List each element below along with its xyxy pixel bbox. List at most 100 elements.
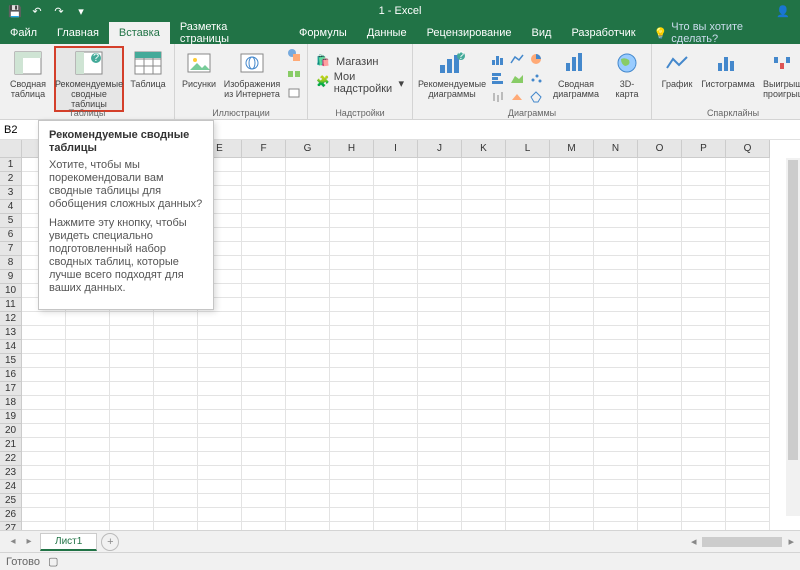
stock-chart-button[interactable] <box>489 88 507 106</box>
cell[interactable] <box>330 368 374 382</box>
cell[interactable] <box>330 494 374 508</box>
cell[interactable] <box>286 186 330 200</box>
cell[interactable] <box>22 382 66 396</box>
cell[interactable] <box>418 522 462 530</box>
cell[interactable] <box>66 382 110 396</box>
row-header[interactable]: 6 <box>0 228 22 242</box>
cell[interactable] <box>462 186 506 200</box>
cell[interactable] <box>594 438 638 452</box>
cell[interactable] <box>110 466 154 480</box>
cell[interactable] <box>550 228 594 242</box>
tab-insert[interactable]: Вставка <box>109 22 170 44</box>
column-header[interactable]: G <box>286 140 330 158</box>
cell[interactable] <box>594 480 638 494</box>
cell[interactable] <box>418 256 462 270</box>
cell[interactable] <box>110 522 154 530</box>
cell[interactable] <box>110 326 154 340</box>
cell[interactable] <box>22 424 66 438</box>
cell[interactable] <box>506 508 550 522</box>
undo-icon[interactable]: ↶ <box>30 4 44 18</box>
tab-developer[interactable]: Разработчик <box>561 22 645 44</box>
cell[interactable] <box>286 256 330 270</box>
cell[interactable] <box>374 424 418 438</box>
cell[interactable] <box>374 298 418 312</box>
cell[interactable] <box>154 354 198 368</box>
cell[interactable] <box>198 382 242 396</box>
cell[interactable] <box>506 494 550 508</box>
row-header[interactable]: 24 <box>0 480 22 494</box>
recommended-charts-button[interactable]: ? Рекомендуемые диаграммы <box>417 46 487 102</box>
cell[interactable] <box>154 452 198 466</box>
cell[interactable] <box>726 396 770 410</box>
cell[interactable] <box>330 340 374 354</box>
row-header[interactable]: 16 <box>0 368 22 382</box>
row-header[interactable]: 7 <box>0 242 22 256</box>
cell[interactable] <box>198 410 242 424</box>
cell[interactable] <box>594 298 638 312</box>
cell[interactable] <box>462 298 506 312</box>
cell[interactable] <box>374 186 418 200</box>
cell[interactable] <box>462 410 506 424</box>
cell[interactable] <box>198 396 242 410</box>
cell[interactable] <box>726 452 770 466</box>
cell[interactable] <box>374 340 418 354</box>
cell[interactable] <box>638 368 682 382</box>
cell[interactable] <box>198 494 242 508</box>
cell[interactable] <box>110 382 154 396</box>
cell[interactable] <box>330 424 374 438</box>
cell[interactable] <box>418 284 462 298</box>
cell[interactable] <box>286 172 330 186</box>
cell[interactable] <box>242 214 286 228</box>
cell[interactable] <box>682 382 726 396</box>
vertical-scroll-thumb[interactable] <box>788 160 798 460</box>
cell[interactable] <box>726 326 770 340</box>
sheet-nav[interactable]: ◂ ▸ <box>6 536 36 547</box>
row-header[interactable]: 18 <box>0 396 22 410</box>
cell[interactable] <box>594 228 638 242</box>
cell[interactable] <box>286 480 330 494</box>
cell[interactable] <box>550 200 594 214</box>
cell[interactable] <box>726 494 770 508</box>
save-icon[interactable]: 💾 <box>8 4 22 18</box>
cell[interactable] <box>506 340 550 354</box>
cell[interactable] <box>330 158 374 172</box>
cell[interactable] <box>506 424 550 438</box>
column-header[interactable]: P <box>682 140 726 158</box>
cell[interactable] <box>66 326 110 340</box>
scatter-chart-button[interactable] <box>527 69 545 87</box>
cell[interactable] <box>22 340 66 354</box>
customize-qat-icon[interactable]: ▾ <box>74 4 88 18</box>
cell[interactable] <box>682 480 726 494</box>
cell[interactable] <box>550 284 594 298</box>
row-header[interactable]: 8 <box>0 256 22 270</box>
cell[interactable] <box>374 396 418 410</box>
cell[interactable] <box>154 326 198 340</box>
cell[interactable] <box>418 480 462 494</box>
cell[interactable] <box>198 466 242 480</box>
cell[interactable] <box>330 214 374 228</box>
cell[interactable] <box>66 354 110 368</box>
tab-formulas[interactable]: Формулы <box>289 22 357 44</box>
cell[interactable] <box>726 186 770 200</box>
cell[interactable] <box>594 368 638 382</box>
cell[interactable] <box>418 326 462 340</box>
cell[interactable] <box>242 284 286 298</box>
cell[interactable] <box>594 256 638 270</box>
cell[interactable] <box>286 396 330 410</box>
cell[interactable] <box>682 158 726 172</box>
cell[interactable] <box>374 494 418 508</box>
cell[interactable] <box>418 424 462 438</box>
cell[interactable] <box>462 200 506 214</box>
cell[interactable] <box>726 382 770 396</box>
row-header[interactable]: 19 <box>0 410 22 424</box>
cell[interactable] <box>682 466 726 480</box>
cell[interactable] <box>726 158 770 172</box>
cell[interactable] <box>286 270 330 284</box>
cell[interactable] <box>506 158 550 172</box>
cell[interactable] <box>682 326 726 340</box>
tell-me-search[interactable]: 💡 Что вы хотите сделать? <box>646 22 800 44</box>
cell[interactable] <box>726 522 770 530</box>
cell[interactable] <box>462 340 506 354</box>
macro-record-icon[interactable]: ▢ <box>48 555 58 568</box>
cell[interactable] <box>462 466 506 480</box>
